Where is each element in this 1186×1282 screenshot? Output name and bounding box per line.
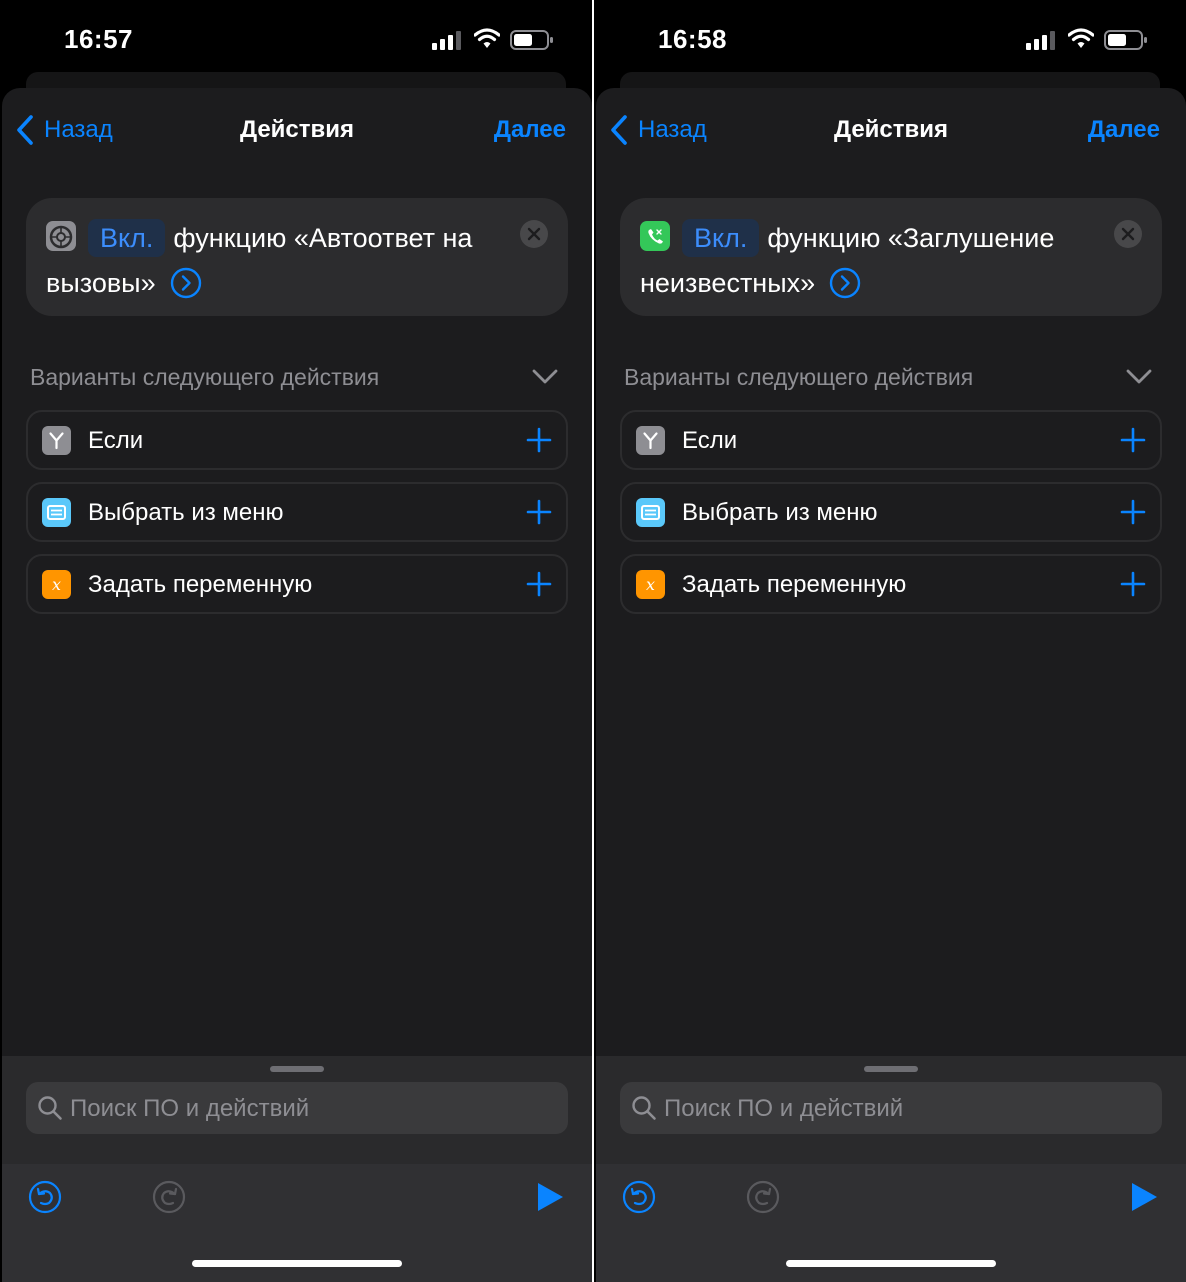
suggestion-set-variable[interactable]: x Задать переменную [26,554,568,614]
close-icon [1121,227,1135,241]
action-description: Вкл. функцию «Заглушение неизвестных» [640,216,1102,306]
sheet-grabber[interactable] [864,1066,918,1072]
suggestions-title: Варианты следующего действия [624,364,974,390]
settings-icon [46,221,76,251]
search-input[interactable]: Поиск ПО и действий [26,1082,568,1134]
remove-action-button[interactable] [1114,220,1142,248]
next-button[interactable]: Далее [494,116,566,144]
action-description: Вкл. функцию «Автоответ на вызовы» [46,216,508,306]
svg-text:x: x [646,575,655,594]
suggestion-label: Выбрать из меню [682,499,878,526]
editor-toolbar [2,1164,592,1282]
status-time: 16:57 [64,24,133,54]
suggestion-if[interactable]: Если [26,410,568,470]
actions-sheet: Назад Действия Далее Вкл. функцию «Заглуш… [596,88,1186,1282]
suggestion-label: Если [682,427,738,454]
suggestion-label: Выбрать из меню [88,499,284,526]
status-bar: 16:58 [594,0,1186,80]
play-icon[interactable] [536,1182,564,1212]
suggestion-choose-from-menu[interactable]: Выбрать из меню [26,482,568,542]
next-button[interactable]: Далее [1088,116,1160,144]
phone-screen-right: 16:58 Назад Действия Далее Вкл. функцию … [594,0,1186,1282]
bottom-panel: Поиск ПО и действий [596,1056,1186,1282]
battery-icon [510,30,553,50]
navigation-bar: Назад Действия Далее [2,88,592,172]
variable-icon: x [636,570,665,599]
undo-icon[interactable] [28,1180,62,1214]
chevron-right-circle-icon[interactable] [829,267,861,299]
cellular-signal-icon [432,31,461,50]
toggle-state-pill[interactable]: Вкл. [682,219,760,257]
redo-icon [746,1180,780,1214]
plus-icon[interactable] [1120,427,1146,453]
home-indicator [192,1260,402,1267]
suggestion-label: Задать переменную [682,571,907,598]
variable-icon: x [42,570,71,599]
plus-icon[interactable] [526,571,552,597]
plus-icon[interactable] [526,427,552,453]
status-bar: 16:57 [0,0,592,80]
suggestion-choose-from-menu[interactable]: Выбрать из меню [620,482,1162,542]
navigation-bar: Назад Действия Далее [596,88,1186,172]
menu-icon [42,498,71,527]
if-icon [42,426,71,455]
svg-text:x: x [52,575,61,594]
suggestion-label: Задать переменную [88,571,313,598]
search-icon [632,1096,656,1120]
remove-action-button[interactable] [520,220,548,248]
battery-icon [1104,30,1147,50]
suggestions-header[interactable]: Варианты следующего действия [30,360,558,400]
search-input[interactable]: Поиск ПО и действий [620,1082,1162,1134]
close-icon [527,227,541,241]
redo-icon [152,1180,186,1214]
search-icon [38,1096,62,1120]
wifi-icon [474,28,500,48]
undo-icon[interactable] [622,1180,656,1214]
play-icon[interactable] [1130,1182,1158,1212]
suggestion-set-variable[interactable]: x Задать переменную [620,554,1162,614]
toggle-state-pill[interactable]: Вкл. [88,219,166,257]
chevron-down-icon [1126,369,1152,384]
search-placeholder: Поиск ПО и действий [70,1095,310,1122]
actions-sheet: Назад Действия Далее Вкл. функцию «Автоот… [2,88,592,1282]
menu-icon [636,498,665,527]
search-placeholder: Поиск ПО и действий [664,1095,904,1122]
sheet-grabber[interactable] [270,1066,324,1072]
suggestions-header[interactable]: Варианты следующего действия [624,360,1152,400]
wifi-icon [1068,28,1094,48]
chevron-down-icon [532,369,558,384]
action-card[interactable]: Вкл. функцию «Автоответ на вызовы» [26,198,568,316]
home-indicator [786,1260,996,1267]
suggestion-label: Если [88,427,144,454]
bottom-panel: Поиск ПО и действий [2,1056,592,1282]
if-icon [636,426,665,455]
plus-icon[interactable] [1120,499,1146,525]
phone-icon [640,221,670,251]
plus-icon[interactable] [1120,571,1146,597]
phone-screen-left: 16:57 Назад Действия Далее Вкл. функцию … [0,0,592,1282]
suggestions-title: Варианты следующего действия [30,364,380,390]
plus-icon[interactable] [526,499,552,525]
status-time: 16:58 [658,24,727,54]
chevron-right-circle-icon[interactable] [170,267,202,299]
action-card[interactable]: Вкл. функцию «Заглушение неизвестных» [620,198,1162,316]
suggestion-if[interactable]: Если [620,410,1162,470]
cellular-signal-icon [1026,31,1055,50]
editor-toolbar [596,1164,1186,1282]
